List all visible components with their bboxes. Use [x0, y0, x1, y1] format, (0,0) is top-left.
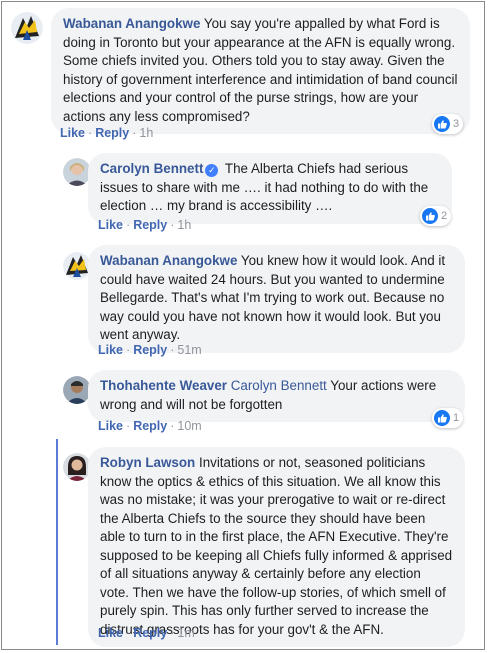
comment-bubble: Thohahente Weaver Carolyn Bennett Your a… [88, 370, 465, 422]
reaction-count[interactable]: 1 [432, 408, 464, 428]
reaction-number: 2 [441, 210, 448, 222]
comments-panel: Wabanan Anangokwe You say you're appalle… [1, 1, 485, 650]
comment-author[interactable]: Wabanan Anangokwe [100, 253, 237, 268]
avatar-carolyn[interactable] [63, 158, 91, 186]
thumbs-up-icon [434, 410, 450, 426]
like-button[interactable]: Like [60, 126, 85, 140]
like-button[interactable]: Like [98, 218, 123, 232]
verified-badge-icon: ✓ [205, 164, 219, 177]
thumbs-up-icon [434, 116, 450, 132]
comment-actions: Like · Reply · 1h [60, 126, 154, 140]
comment-author[interactable]: Carolyn Bennett [100, 161, 203, 176]
comment-text: You say you're appalled by what Ford is … [63, 16, 458, 124]
thread-highlight-line [56, 439, 58, 645]
comment-actions: Like · Reply · 1m [98, 626, 195, 640]
comment-actions: Like · Reply · 51m [98, 343, 202, 357]
timestamp[interactable]: 51m [177, 343, 201, 357]
comment-author[interactable]: Wabanan Anangokwe [63, 16, 200, 31]
comment-bubble: Robyn Lawson Invitations or not, seasone… [88, 447, 465, 647]
mention-link[interactable]: Carolyn Bennett [231, 378, 327, 393]
reaction-number: 3 [453, 118, 460, 130]
avatar-thohahente[interactable] [63, 376, 91, 404]
comment-text: Invitations or not, seasoned politicians… [100, 455, 453, 637]
like-button[interactable]: Like [98, 626, 123, 640]
comment-bubble: Wabanan Anangokwe You say you're appalle… [51, 8, 470, 134]
thumbs-up-icon [422, 208, 438, 224]
timestamp[interactable]: 1h [177, 218, 191, 232]
comment-author[interactable]: Thohahente Weaver [100, 378, 227, 393]
avatar-wabanan[interactable] [11, 12, 43, 44]
comment-actions: Like · Reply · 1h [98, 218, 192, 232]
reply-button[interactable]: Reply [95, 126, 129, 140]
timestamp[interactable]: 1m [177, 626, 194, 640]
avatar-wabanan[interactable] [63, 252, 91, 280]
reaction-count[interactable]: 3 [432, 114, 464, 134]
reply-button[interactable]: Reply [133, 218, 167, 232]
reaction-count[interactable]: 2 [420, 206, 452, 226]
comment-author[interactable]: Robyn Lawson [100, 455, 195, 470]
comment-actions: Like · Reply · 10m [98, 419, 202, 433]
like-button[interactable]: Like [98, 419, 123, 433]
reaction-number: 1 [453, 412, 460, 424]
timestamp[interactable]: 1h [139, 126, 153, 140]
like-button[interactable]: Like [98, 343, 123, 357]
comment-bubble: Wabanan Anangokwe You knew how it would … [88, 245, 465, 353]
reply-button[interactable]: Reply [133, 626, 167, 640]
reply-button[interactable]: Reply [133, 343, 167, 357]
avatar-robyn[interactable] [63, 453, 91, 481]
reply-button[interactable]: Reply [133, 419, 167, 433]
comment-bubble: Carolyn Bennett ✓ The Alberta Chiefs had … [88, 153, 452, 224]
timestamp[interactable]: 10m [177, 419, 201, 433]
